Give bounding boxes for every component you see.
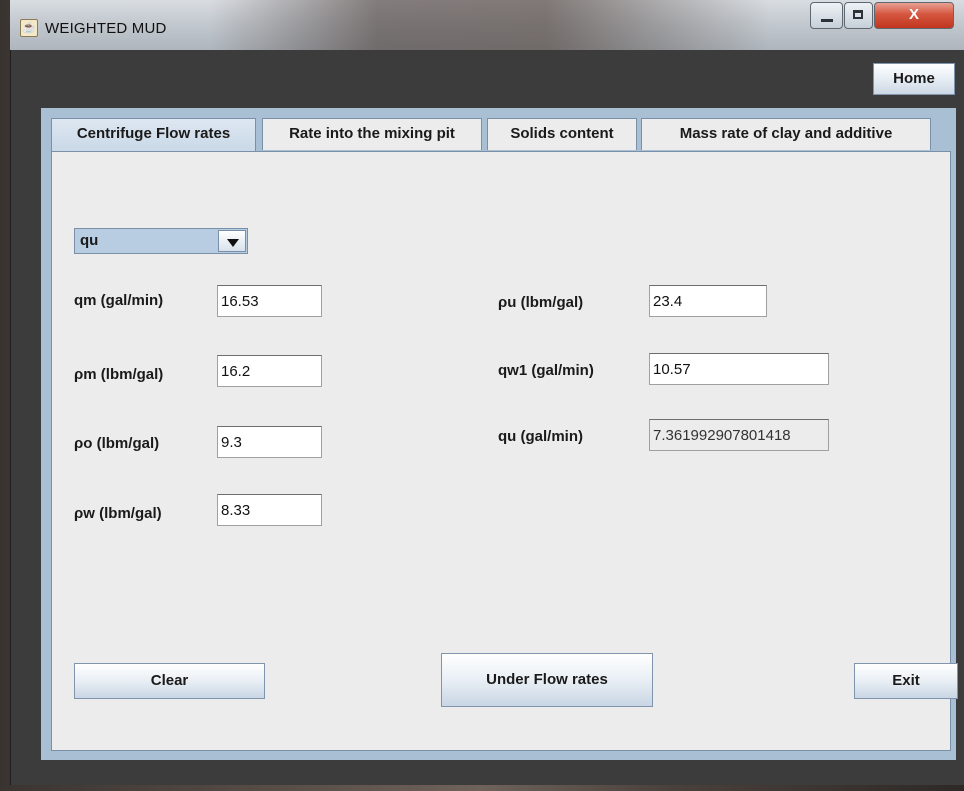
rho-u-input[interactable] (649, 285, 767, 317)
exit-button[interactable]: Exit (854, 663, 958, 699)
tab-rate-into-mixing-pit[interactable]: Rate into the mixing pit (262, 118, 482, 150)
rho-w-label: ρw (lbm/gal) (74, 505, 162, 522)
clear-button[interactable]: Clear (74, 663, 265, 699)
rho-u-label: ρu (lbm/gal) (498, 294, 584, 311)
qm-input[interactable] (217, 285, 322, 317)
qw1-input[interactable] (649, 353, 829, 385)
qm-label: qm (gal/min) (74, 292, 164, 309)
maximize-icon (853, 10, 863, 19)
variable-select[interactable]: qu (74, 228, 248, 254)
title-bar-shade (210, 0, 770, 50)
close-icon: X (908, 6, 919, 23)
tab-mass-rate-clay-additive[interactable]: Mass rate of clay and additive (641, 118, 931, 150)
under-flow-rates-button[interactable]: Under Flow rates (441, 653, 653, 707)
rho-o-input[interactable] (217, 426, 322, 458)
qw1-label: qw1 (gal/min) (498, 362, 594, 379)
title-bar[interactable]: ☕ WEIGHTED MUD X (10, 0, 964, 51)
window-title: WEIGHTED MUD (45, 20, 167, 37)
minimize-icon (821, 19, 833, 22)
tab-panel: Centrifuge Flow rates Rate into the mixi… (41, 108, 958, 760)
tab-solids-content[interactable]: Solids content (487, 118, 637, 150)
chevron-down-icon[interactable] (218, 230, 246, 252)
rho-o-label: ρo (lbm/gal) (74, 435, 160, 452)
tab-centrifuge-flow-rates[interactable]: Centrifuge Flow rates (51, 118, 256, 152)
close-button[interactable]: X (874, 2, 954, 29)
maximize-button[interactable] (844, 2, 873, 29)
rho-m-input[interactable] (217, 355, 322, 387)
qu-output[interactable] (649, 419, 829, 451)
rho-m-label: ρm (lbm/gal) (74, 366, 164, 383)
tab-content: qu qm (gal/min) ρm (lbm/gal) ρo (lbm/gal… (51, 151, 958, 751)
qu-label: qu (gal/min) (498, 428, 583, 445)
rho-w-input[interactable] (217, 494, 322, 526)
java-app-icon[interactable]: ☕ (20, 19, 38, 37)
home-button[interactable]: Home (873, 63, 955, 95)
main-frame: Home Centrifuge Flow rates Rate into the… (10, 50, 964, 785)
minimize-button[interactable] (810, 2, 843, 29)
app-window: ☕ WEIGHTED MUD X Home Centrifuge Flow ra… (10, 0, 964, 785)
variable-select-value: qu (80, 232, 99, 249)
